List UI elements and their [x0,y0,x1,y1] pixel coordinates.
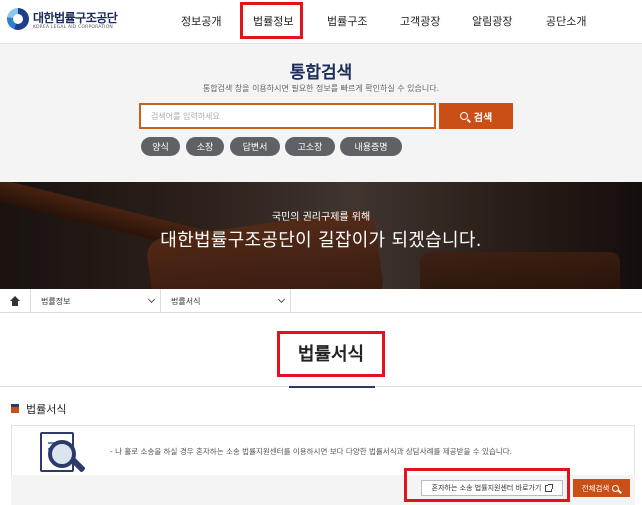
section-title: 법률서식 [26,403,67,416]
chevron-down-icon [147,295,156,304]
search-button-label: 검색 [473,112,493,124]
nav-item-about[interactable]: 공단소개 [546,13,586,29]
search-icon [459,112,468,120]
nav-item-legal-aid[interactable]: 법률구조 [327,13,367,29]
breadcrumb: 법률정보 법률서식 [0,289,642,313]
nav-highlight-box [240,2,303,39]
search-input[interactable] [139,103,436,129]
tag-form[interactable]: 양식 [141,137,180,156]
nav-item-info-disclosure[interactable]: 정보공개 [181,13,221,29]
title-underline [289,386,375,388]
logo-subtitle: KOREA LEGAL AID CORPORATION [33,25,114,30]
full-search-label: 전체검색 [581,483,610,493]
full-search-button[interactable]: 전체검색 [573,479,630,497]
search-description: 통합검색 창을 이용하시면 필요한 정보를 빠르게 확인하실 수 있습니다. [202,84,440,93]
logo-name: 대한법률구조공단 [33,11,118,25]
tag-answer[interactable]: 답변서 [230,137,280,156]
search-icon [612,484,620,492]
breadcrumb-level2-label: 법률서식 [171,296,201,306]
banner-subtitle: 국민의 권리구제를 위해 [271,212,371,223]
emblem-icon [7,8,29,30]
link-highlight-box [404,468,570,502]
info-text: - 나 홀로 소송을 하실 경우 혼자하는 소송 법률지원센터를 이용하시면 보… [110,447,513,456]
site-logo[interactable]: 대한법률구조공단 KOREA LEGAL AID CORPORATION [7,7,119,35]
breadcrumb-level1[interactable]: 법률정보 [31,289,161,313]
section-marker-icon [11,404,19,413]
home-icon [10,296,20,306]
tag-criminal-complaint[interactable]: 고소장 [285,137,335,156]
tag-certified-content[interactable]: 내용증명 [340,137,402,156]
chevron-down-icon [277,295,286,304]
breadcrumb-level2[interactable]: 법률서식 [161,289,291,313]
hero-banner: 국민의 권리구제를 위해 대한법률구조공단이 길잡이가 되겠습니다. [0,182,642,289]
search-button[interactable]: 검색 [439,103,513,129]
nav-item-notice-plaza[interactable]: 알림광장 [472,13,512,29]
site-header: 대한법률구조공단 KOREA LEGAL AID CORPORATION 정보공… [0,0,642,44]
integrated-search-area: 통합검색 통합검색 창을 이용하시면 필요한 정보를 빠르게 확인하실 수 있습… [0,44,642,182]
tag-complaint[interactable]: 소장 [186,137,224,156]
nav-item-customer-plaza[interactable]: 고객광장 [400,13,440,29]
search-title: 통합검색 [289,63,353,83]
breadcrumb-level1-label: 법률정보 [41,296,71,306]
banner-headline: 대한법률구조공단이 길잡이가 되겠습니다. [160,230,482,251]
title-highlight-box [277,331,385,377]
breadcrumb-home[interactable] [0,289,31,313]
